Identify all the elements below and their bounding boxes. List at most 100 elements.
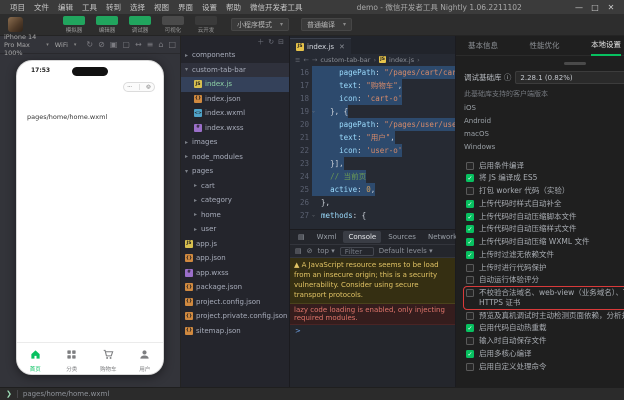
checkbox-unchecked-icon[interactable]: [466, 289, 474, 297]
menu-item-设置[interactable]: 设置: [198, 2, 221, 13]
new-file-icon[interactable]: ＋: [257, 37, 264, 47]
menu-item-界面[interactable]: 界面: [174, 2, 197, 13]
tree-item-home[interactable]: ▸ home: [181, 208, 289, 223]
tree-item-category[interactable]: ▸ category: [181, 193, 289, 208]
setting-row-10[interactable]: 不校验合法域名、web-view（业务域名）、TLS 版本以及 HTTPS 证书: [463, 285, 624, 310]
block-icon[interactable]: ⊘: [98, 40, 105, 49]
tree-item-images[interactable]: ▸ images: [181, 135, 289, 150]
setting-row-7[interactable]: ✓ 上传时过滤无依赖文件: [464, 248, 624, 261]
tree-item-pages[interactable]: ▾ pages: [181, 164, 289, 179]
menu-item-编辑[interactable]: 编辑: [54, 2, 77, 13]
context-select[interactable]: top ▾: [318, 247, 335, 255]
tree-item-project.private.config.json[interactable]: {} project.private.config.json: [181, 309, 289, 324]
miniprogram-capsule[interactable]: ⋯ ◎: [123, 82, 155, 92]
tree-item-project.config.json[interactable]: {} project.config.json: [181, 295, 289, 310]
reset-defaults-link[interactable]: 恢复默认设置: [464, 373, 624, 387]
clear-console-icon[interactable]: ⊘: [307, 247, 313, 255]
frame-icon[interactable]: ▢: [122, 40, 130, 49]
menu-item-工具[interactable]: 工具: [78, 2, 101, 13]
checkbox-unchecked-icon[interactable]: [466, 362, 474, 371]
checkbox-checked-icon[interactable]: ✓: [466, 199, 474, 208]
setting-row-15[interactable]: 启用自定义处理命令: [464, 360, 624, 373]
setting-row-12[interactable]: ✓ 启用代码自动热重载: [464, 322, 624, 335]
menu-item-选择[interactable]: 选择: [126, 2, 149, 13]
checkbox-checked-icon[interactable]: ✓: [466, 174, 474, 183]
console-sidebar-icon[interactable]: ▤: [295, 247, 302, 255]
tree-item-components[interactable]: ▸ components: [181, 48, 289, 63]
maximize-button[interactable]: □: [588, 3, 602, 12]
home-icon[interactable]: ⌂: [158, 40, 163, 49]
console-tab-console[interactable]: Console: [343, 231, 382, 243]
tree-item-app.wxss[interactable]: # app.wxss: [181, 266, 289, 281]
toggle-模拟器[interactable]: 模拟器: [61, 15, 87, 34]
setting-row-2[interactable]: 打包 worker 代码（实验）: [464, 185, 624, 198]
phone-tab-购物车[interactable]: 购物车: [90, 343, 127, 374]
compile-mode-select[interactable]: 普通编译 ▾: [301, 18, 353, 31]
tree-item-app.js[interactable]: JS app.js: [181, 237, 289, 252]
code-editor[interactable]: 16 17 18 19 ⌄ 20 21 22 23 24 25 26 27 ⌄ pagePath: "/p…: [290, 65, 455, 229]
console-tab-wxml[interactable]: Wxml: [312, 231, 342, 243]
details-tab-基本信息[interactable]: 基本信息: [468, 36, 498, 55]
checkbox-checked-icon[interactable]: ✓: [466, 250, 474, 259]
checkbox-unchecked-icon[interactable]: [466, 187, 474, 195]
list-icon[interactable]: ≡: [295, 56, 300, 64]
checkbox-checked-icon[interactable]: ✓: [466, 225, 474, 234]
menu-item-转到[interactable]: 转到: [102, 2, 125, 13]
console-prompt[interactable]: >: [290, 325, 455, 337]
forward-icon[interactable]: →: [312, 56, 317, 64]
minimize-button[interactable]: —: [572, 3, 586, 12]
base-library-select[interactable]: 2.28.1 (0.82%) ▾: [515, 71, 624, 84]
close-button[interactable]: ✕: [604, 3, 618, 12]
tree-item-index.wxss[interactable]: # index.wxss: [181, 121, 289, 136]
terminal-icon[interactable]: ❯: [6, 390, 12, 398]
square-icon[interactable]: □: [168, 40, 176, 49]
checkbox-checked-icon[interactable]: ✓: [466, 238, 474, 246]
setting-row-0[interactable]: 启用条件编译: [464, 159, 624, 172]
close-tab-icon[interactable]: ✕: [339, 43, 345, 51]
arrows-icon[interactable]: ↔: [135, 40, 142, 49]
fold-icon[interactable]: ⌄: [312, 209, 315, 222]
setting-row-9[interactable]: 自动运行体验评分: [464, 274, 624, 287]
editor-tab-indexjs[interactable]: JS index.js ✕: [290, 38, 351, 54]
collapse-all-icon[interactable]: ⊟: [278, 38, 284, 46]
menu-item-帮助[interactable]: 帮助: [222, 2, 245, 13]
setting-row-8[interactable]: 上传时进行代码保护: [464, 261, 624, 274]
exit-icon[interactable]: ◎: [146, 84, 150, 90]
checkbox-checked-icon[interactable]: ✓: [466, 349, 474, 358]
device-toolbar-icon[interactable]: ▤: [293, 231, 310, 243]
user-avatar[interactable]: [8, 17, 23, 32]
more-icon[interactable]: ⋯: [127, 84, 132, 90]
menu-item-微信开发者工具[interactable]: 微信开发者工具: [246, 2, 307, 13]
phone-tab-首页[interactable]: 首页: [17, 343, 54, 374]
checkbox-unchecked-icon[interactable]: [466, 263, 474, 272]
console-filter-input[interactable]: Filter: [339, 246, 374, 256]
setting-row-11[interactable]: 预览及真机调试时主动检测页面依赖，分析并按需注入 WXML: [464, 309, 624, 322]
checkbox-unchecked-icon[interactable]: [466, 311, 474, 320]
tree-item-index.json[interactable]: {} index.json: [181, 92, 289, 107]
screenshot-icon[interactable]: ▣: [110, 40, 118, 49]
network-select[interactable]: WiFi: [55, 41, 68, 49]
breadcrumb-folder[interactable]: custom-tab-bar: [320, 56, 370, 64]
checkbox-checked-icon[interactable]: ✓: [466, 324, 474, 333]
toggle-云开发[interactable]: 云开发: [193, 15, 219, 34]
tree-item-cart[interactable]: ▸ cart: [181, 179, 289, 194]
toggle-编辑器[interactable]: 编辑器: [94, 15, 120, 34]
tree-item-user[interactable]: ▸ user: [181, 222, 289, 237]
tree-item-index.js[interactable]: JS index.js: [181, 77, 289, 92]
tree-item-app.json[interactable]: {} app.json: [181, 251, 289, 266]
menu-icon[interactable]: ≡: [147, 40, 154, 49]
checkbox-checked-icon[interactable]: ✓: [466, 212, 474, 221]
tree-item-node_modules[interactable]: ▸ node_modules: [181, 150, 289, 165]
menu-item-视图[interactable]: 视图: [150, 2, 173, 13]
setting-row-3[interactable]: ✓ 上传代码时样式自动补全: [464, 197, 624, 210]
phone-tab-分类[interactable]: 分类: [54, 343, 91, 374]
mode-select[interactable]: 小程序模式 ▾: [231, 18, 290, 31]
phone-tab-用户[interactable]: 用户: [127, 343, 164, 374]
toggle-调试器[interactable]: 调试器: [127, 15, 153, 34]
tree-item-index.wxml[interactable]: <> index.wxml: [181, 106, 289, 121]
tree-item-custom-tab-bar[interactable]: ▾ custom-tab-bar: [181, 62, 289, 77]
toggle-可视化[interactable]: 可视化: [160, 15, 186, 34]
refresh-icon[interactable]: ↻: [86, 40, 93, 49]
tree-item-package.json[interactable]: {} package.json: [181, 280, 289, 295]
setting-row-14[interactable]: ✓ 启用多核心编译: [464, 347, 624, 360]
